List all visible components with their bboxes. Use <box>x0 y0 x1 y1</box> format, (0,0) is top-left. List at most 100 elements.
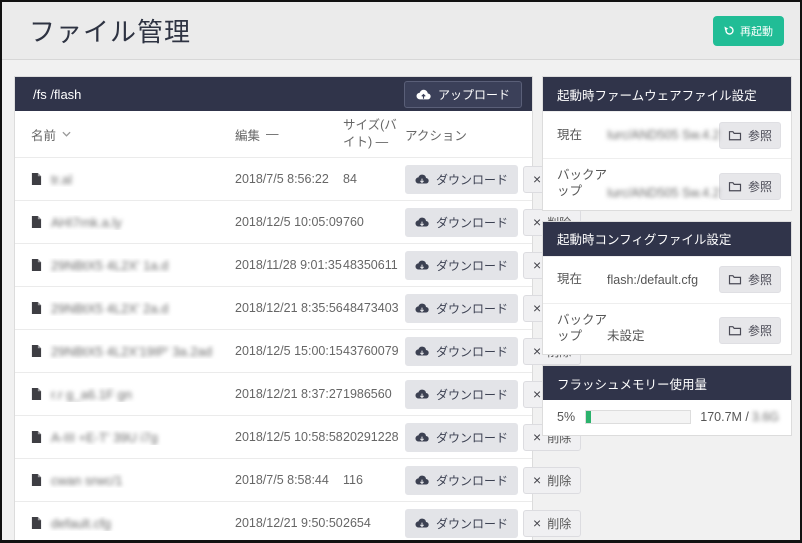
folder-icon <box>728 181 742 192</box>
config-backup-row: バックアップ 未設定 参照 <box>543 303 791 355</box>
delete-x-icon: × <box>533 258 541 272</box>
table-row: 29NBtX5 4L2X' 1a.d 2018/11/28 9:01:35 48… <box>15 243 532 286</box>
delete-x-icon: × <box>533 516 541 530</box>
download-label: ダウンロード <box>436 386 508 403</box>
config-current-browse-button[interactable]: 参照 <box>719 266 781 293</box>
download-button[interactable]: ダウンロード <box>405 466 518 495</box>
app-window: ファイル管理 再起動 /fs /flash <box>0 0 802 543</box>
browse-label: 参照 <box>748 271 772 288</box>
restart-icon <box>724 25 735 36</box>
top-bar: ファイル管理 再起動 <box>2 2 800 60</box>
file-name: 29NBtX5 4L2X' 2a.d <box>51 301 168 316</box>
backup-label: バックアップ <box>557 167 607 200</box>
file-name-cell: 29NBtX5 4L2X'19IP' 3a.2ad <box>31 344 235 359</box>
file-size: 43760079 <box>343 344 405 358</box>
usage-text: 170.7M / 3.6G <box>700 410 779 424</box>
chevron-down-icon <box>62 131 71 137</box>
file-icon <box>31 258 42 272</box>
download-button[interactable]: ダウンロード <box>405 509 518 538</box>
download-button[interactable]: ダウンロード <box>405 208 518 237</box>
file-name-cell: 29NBtX5 4L2X' 2a.d <box>31 301 235 316</box>
file-size: 48473403 <box>343 301 405 315</box>
download-button[interactable]: ダウンロード <box>405 423 518 452</box>
delete-x-icon: × <box>533 473 541 487</box>
file-edited-timestamp: 2018/12/5 15:00:15 <box>235 344 343 358</box>
usage-used: 170.7M / <box>700 410 749 424</box>
delete-x-icon: × <box>533 344 541 358</box>
column-size-label: サイズ(バイト) — <box>343 117 399 152</box>
file-size: 84 <box>343 172 405 186</box>
current-label: 現在 <box>557 127 607 143</box>
delete-label: 削除 <box>547 515 571 532</box>
file-list-panel: /fs /flash アップロード 名前 <box>14 76 533 543</box>
firmware-current-value: Iurc/AND505 Sw.4.2.2.b1 <box>607 128 719 142</box>
download-label: ダウンロード <box>436 214 508 231</box>
current-path-breadcrumb[interactable]: /fs /flash <box>33 87 81 102</box>
cloud-download-icon <box>415 475 429 485</box>
table-row: tr.al 2018/7/5 8:56:22 84 ダウン <box>15 157 532 200</box>
restart-button[interactable]: 再起動 <box>713 16 784 46</box>
delete-label: 削除 <box>547 472 571 489</box>
table-row: r.r g_a6.1F gn 2018/12/21 8:37:27 198656… <box>15 372 532 415</box>
config-settings-panel: 起動時コンフィグファイル設定 現在 flash:/default.cfg 参照 … <box>542 221 792 356</box>
file-edited-timestamp: 2018/7/5 8:56:22 <box>235 172 343 186</box>
file-icon <box>31 172 42 186</box>
cloud-download-icon <box>415 432 429 442</box>
browse-label: 参照 <box>748 322 772 339</box>
page-title: ファイル管理 <box>29 12 191 49</box>
firmware-current-browse-button[interactable]: 参照 <box>719 122 781 149</box>
browse-label: 参照 <box>748 127 772 144</box>
download-button[interactable]: ダウンロード <box>405 165 518 194</box>
sort-dash-icon: — <box>376 135 389 149</box>
file-table-body: tr.al 2018/7/5 8:56:22 84 ダウン <box>15 157 532 543</box>
usage-panel-title: フラッシュメモリー使用量 <box>543 366 791 400</box>
download-button[interactable]: ダウンロード <box>405 380 518 409</box>
upload-button[interactable]: アップロード <box>404 81 522 108</box>
file-size: 2654 <box>343 516 405 530</box>
file-edited-timestamp: 2018/11/28 9:01:35 <box>235 258 343 272</box>
download-button[interactable]: ダウンロード <box>405 251 518 280</box>
config-backup-browse-button[interactable]: 参照 <box>719 317 781 344</box>
file-icon <box>31 301 42 315</box>
restart-label: 再起動 <box>740 23 773 39</box>
download-label: ダウンロード <box>436 515 508 532</box>
cloud-download-icon <box>415 174 429 184</box>
firmware-backup-browse-button[interactable]: 参照 <box>719 173 781 200</box>
folder-icon <box>728 274 742 285</box>
config-backup-value: 未設定 <box>607 325 719 344</box>
usage-progress-bar <box>585 410 691 424</box>
download-label: ダウンロード <box>436 343 508 360</box>
column-header-edited[interactable]: 編集 — <box>235 125 343 144</box>
delete-x-icon: × <box>533 301 541 315</box>
file-size: 116 <box>343 473 405 487</box>
side-column: 起動時ファームウェアファイル設定 現在 Iurc/AND505 Sw.4.2.2… <box>542 76 792 436</box>
table-row: AHI7rnk.a.ly 2018/12/5 10:05:09 760 <box>15 200 532 243</box>
file-name-cell: cwan srwc/1 <box>31 473 235 488</box>
file-edited-timestamp: 2018/7/5 8:58:44 <box>235 473 343 487</box>
download-button[interactable]: ダウンロード <box>405 294 518 323</box>
table-header-row: 名前 編集 — サイズ(バイト) — アクション <box>15 111 532 157</box>
column-header-name[interactable]: 名前 <box>31 125 235 144</box>
delete-button[interactable]: × 削除 <box>523 467 581 494</box>
file-name-cell: A-III +E-T' 39U i7g <box>31 430 235 445</box>
column-edited-label: 編集 <box>235 125 260 144</box>
backup-label: バックアップ <box>557 312 607 345</box>
firmware-backup-row: バックアップ Iurc/AND505 Sw.4.2.1.b1 参照 <box>543 158 791 210</box>
file-icon <box>31 473 42 487</box>
file-actions: ダウンロード × 削除 <box>405 509 593 538</box>
file-actions: ダウンロード × 削除 <box>405 466 593 495</box>
download-button[interactable]: ダウンロード <box>405 337 518 366</box>
upload-label: アップロード <box>438 86 510 103</box>
delete-button[interactable]: × 削除 <box>523 510 581 537</box>
usage-body: 5% 170.7M / 3.6G <box>543 400 791 435</box>
cloud-download-icon <box>415 346 429 356</box>
file-name: 29NBtX5 4L2X'19IP' 3a.2ad <box>51 344 212 359</box>
column-header-size[interactable]: サイズ(バイト) — <box>343 117 405 152</box>
table-row: default.cfg 2018/12/21 9:50:50 2654 <box>15 501 532 543</box>
file-edited-timestamp: 2018/12/21 8:37:27 <box>235 387 343 401</box>
delete-x-icon: × <box>533 387 541 401</box>
file-icon <box>31 430 42 444</box>
folder-icon <box>728 325 742 336</box>
config-current-value: flash:/default.cfg <box>607 273 719 287</box>
file-name-cell: 29NBtX5 4L2X' 1a.d <box>31 258 235 273</box>
